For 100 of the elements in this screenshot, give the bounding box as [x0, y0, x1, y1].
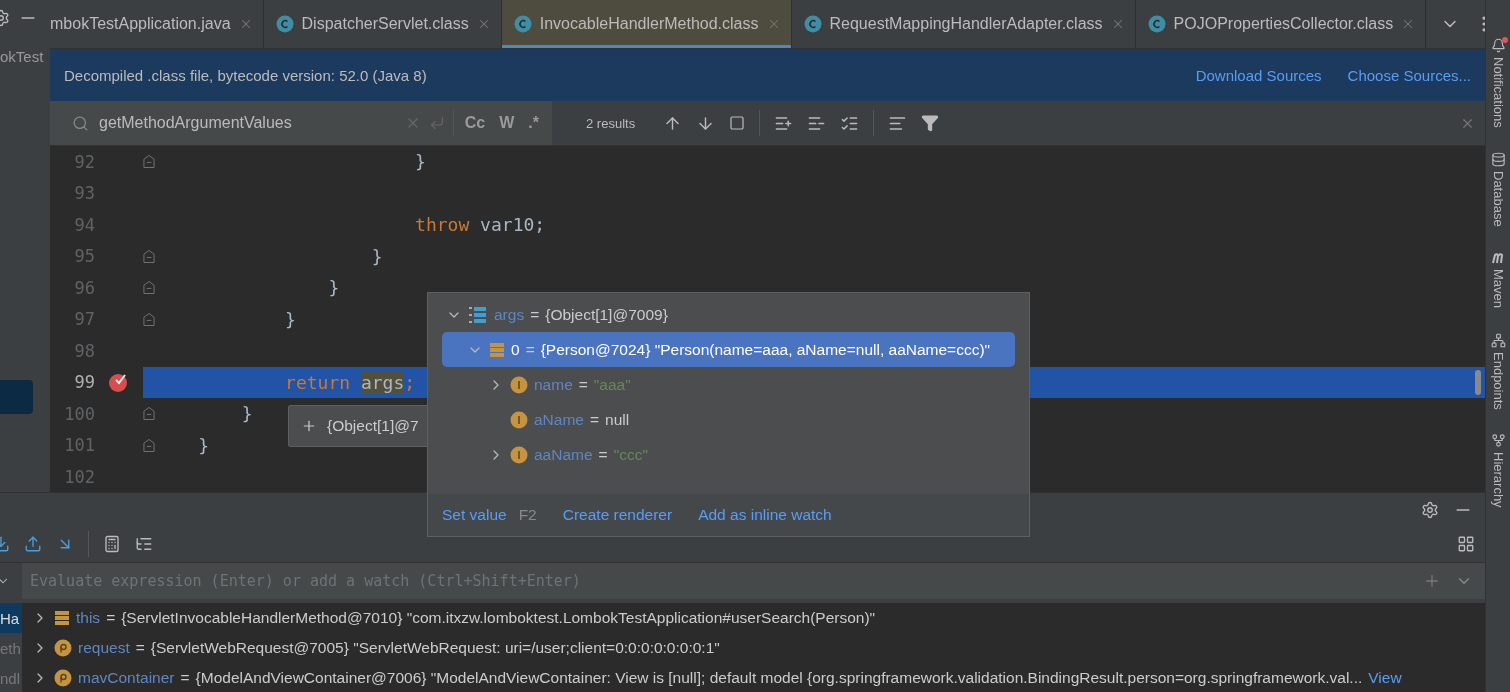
search-field[interactable]: getMethodArgumentValues Cc W .*	[50, 101, 552, 145]
field-icon	[510, 410, 528, 429]
editor-tab[interactable]: InvocableHandlerMethod.class	[501, 0, 792, 48]
object-icon	[54, 610, 70, 626]
variable-row[interactable]: name = "aaa"	[442, 367, 1015, 402]
variable-name: mavContainer	[78, 669, 175, 687]
view-link[interactable]: View	[1368, 669, 1402, 687]
variable-row[interactable]: aName = null	[442, 402, 1015, 437]
network-icon[interactable]	[1490, 332, 1506, 348]
line-number: 96	[73, 277, 95, 298]
array-icon	[468, 304, 488, 325]
line-number: 93	[73, 183, 95, 204]
layout-icon[interactable]	[1457, 535, 1475, 553]
parameter-icon	[54, 669, 72, 687]
variable-value: {ServletInvocableHandlerMethod@7010} "com.itxzw.lomboktest.LombokTestApplication#userSearch(Person)"	[121, 609, 876, 627]
line-number: 100	[63, 403, 95, 424]
variable-value: {ServletWebRequest@7005} "ServletWebRequest: uri=/user;client=0:0:0:0:0:0:0:1"	[150, 639, 720, 657]
search-option[interactable]: Cc	[461, 112, 489, 134]
equals-sign: =	[135, 639, 145, 657]
variable-row[interactable]: aaName = "ccc"	[442, 437, 1015, 472]
popup-action[interactable]: Create renderer	[562, 506, 673, 524]
fold-marker-icon[interactable]	[143, 437, 155, 453]
project-name[interactable]: okTest	[0, 48, 50, 65]
notice-link[interactable]: Choose Sources...	[1347, 66, 1471, 84]
search-option[interactable]: W	[496, 112, 518, 134]
search-option[interactable]: .*	[525, 112, 542, 134]
plus-icon[interactable]	[301, 418, 317, 434]
code-text: }	[327, 277, 340, 299]
equals-sign: =	[525, 340, 535, 359]
settings-icon[interactable]	[1421, 500, 1439, 519]
equals-sign: =	[589, 410, 600, 429]
search-input[interactable]: getMethodArgumentValues	[97, 113, 397, 133]
variable-name: this	[76, 609, 101, 627]
notice-text: Decompiled .class file, bytecode version: 52.0 (Java 8)	[64, 66, 428, 84]
line-number: 97	[73, 309, 95, 330]
variable-row[interactable]: 0 = {Person@7024} "Person(name=aaa, aName=null, aaName=ccc)"	[442, 332, 1015, 367]
scrollbar-thumb[interactable]	[1475, 369, 1481, 395]
shortcut-hint: F2	[518, 506, 537, 524]
square-icon[interactable]	[729, 115, 746, 131]
code-text: }	[370, 245, 383, 267]
bell-icon[interactable]	[1490, 38, 1506, 53]
equals-sign: =	[598, 445, 608, 464]
code-text: return args;	[284, 371, 416, 393]
list-icon[interactable]	[135, 535, 153, 553]
tool-window-button[interactable]: Database	[1490, 170, 1506, 227]
frame-item[interactable]: Ha	[0, 603, 22, 633]
parameter-icon	[54, 639, 72, 657]
variable-value: {ModelAndViewContainer@7006} "ModelAndViewContainer: View is [null]; default model {org.springframework.validation.BindingResult.person=org.springframework.val...	[195, 669, 1363, 687]
value-tooltip: {Object[1]@7	[288, 405, 427, 447]
field-icon	[510, 445, 528, 464]
code-text: }	[197, 434, 210, 456]
popup-action[interactable]: Set value	[442, 506, 507, 524]
variable-name: args	[494, 305, 525, 324]
equals-sign: =	[106, 609, 116, 627]
tool-window-icon[interactable]	[1490, 250, 1506, 266]
variable-name: aaName	[534, 445, 593, 464]
line-number: 99	[73, 372, 95, 393]
equals-sign: =	[180, 669, 190, 687]
line-number: 101	[63, 435, 95, 456]
code-text: }	[414, 151, 426, 173]
results-count: 2 results	[586, 115, 636, 131]
line-number: 94	[73, 214, 95, 235]
fold-marker-icon[interactable]	[143, 154, 155, 170]
fold-marker-icon[interactable]	[143, 248, 155, 264]
line-number: 98	[73, 340, 95, 361]
editor-tab[interactable]: mbokTestApplication.java	[50, 0, 264, 48]
tool-window-button[interactable]: Maven	[1490, 269, 1506, 309]
fold-marker-icon[interactable]	[143, 406, 155, 422]
variable-row[interactable]: args = {Object[1]@7009}	[442, 297, 1015, 332]
popup-action[interactable]: Add as inline watch	[698, 506, 832, 524]
upload-icon[interactable]	[24, 535, 42, 553]
variable-value: {Object[1]@7009}	[545, 305, 668, 324]
search-icon[interactable]	[72, 114, 89, 132]
filter-icon[interactable]	[921, 114, 940, 132]
tool-window-button[interactable]: Endpoints	[1490, 351, 1506, 410]
equals-sign: =	[530, 305, 540, 324]
code-text: }	[240, 403, 253, 425]
fold-marker-icon[interactable]	[143, 311, 155, 327]
equals-sign: =	[578, 375, 588, 394]
variable-name: 0	[511, 340, 520, 359]
tool-window-button[interactable]: Hierarchy	[1490, 452, 1506, 508]
variable-value: null	[605, 410, 630, 429]
variable-name: name	[534, 375, 573, 394]
tool-window-button[interactable]: Notifications	[1490, 57, 1506, 128]
variable-name: request	[78, 639, 130, 657]
line-number: 95	[73, 246, 95, 267]
breakpoint-icon[interactable]	[108, 371, 130, 394]
object-icon	[489, 341, 505, 358]
line-number: 92	[73, 151, 95, 172]
variable-value: "aaa"	[593, 375, 631, 394]
notice-link[interactable]: Download Sources	[1195, 66, 1322, 84]
database-icon[interactable]	[1490, 151, 1506, 167]
field-icon	[510, 375, 528, 394]
line-number: 102	[63, 466, 95, 487]
hierarchy-icon[interactable]	[1490, 433, 1506, 449]
code-text: throw var10;	[414, 214, 546, 236]
calculator-icon[interactable]	[103, 535, 121, 553]
variable-value: {Person@7024} "Person(name=aaa, aName=null, aaName=ccc)"	[540, 340, 991, 359]
code-text: }	[284, 308, 296, 330]
fold-marker-icon[interactable]	[143, 280, 155, 296]
